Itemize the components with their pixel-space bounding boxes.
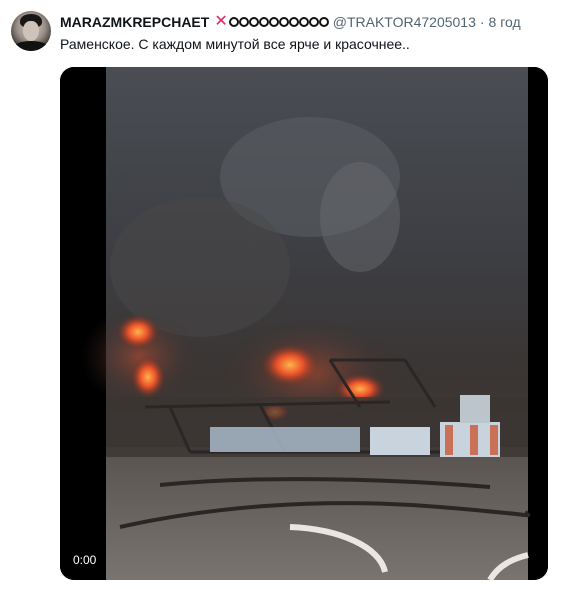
circle-icon bbox=[258, 17, 269, 27]
fire-smoke-scene bbox=[60, 67, 548, 580]
circle-icon bbox=[298, 17, 309, 27]
avatar[interactable] bbox=[11, 11, 51, 51]
x-mark-icon: ✕ bbox=[214, 13, 228, 30]
display-name[interactable]: MARAZMKREPCHAET bbox=[60, 14, 209, 30]
separator-dot: · bbox=[479, 14, 485, 30]
user-handle[interactable]: @TRAKTOR47205013 bbox=[333, 14, 476, 30]
video-duration: 0:00 bbox=[70, 552, 100, 568]
circle-icon bbox=[318, 17, 329, 27]
avatar-face bbox=[23, 21, 39, 41]
circle-icon bbox=[228, 17, 239, 27]
tweet-time[interactable]: 8 год bbox=[489, 14, 521, 30]
circle-icon bbox=[238, 17, 249, 27]
circle-icon bbox=[288, 17, 299, 27]
circle-icon bbox=[268, 17, 279, 27]
tweet-header: MARAZMKREPCHAET ✕ @TRAKTOR47205013 · 8 г… bbox=[60, 13, 521, 31]
circles-decoration bbox=[228, 17, 329, 27]
circle-icon bbox=[278, 17, 289, 27]
avatar-body bbox=[13, 41, 49, 51]
tweet-text: Раменское. С каждом минутой все ярче и к… bbox=[60, 36, 410, 52]
tweet-card[interactable]: MARAZMKREPCHAET ✕ @TRAKTOR47205013 · 8 г… bbox=[0, 0, 585, 589]
circle-icon bbox=[308, 17, 319, 27]
circle-icon bbox=[248, 17, 259, 27]
video-player[interactable]: 0:00 bbox=[60, 67, 548, 580]
